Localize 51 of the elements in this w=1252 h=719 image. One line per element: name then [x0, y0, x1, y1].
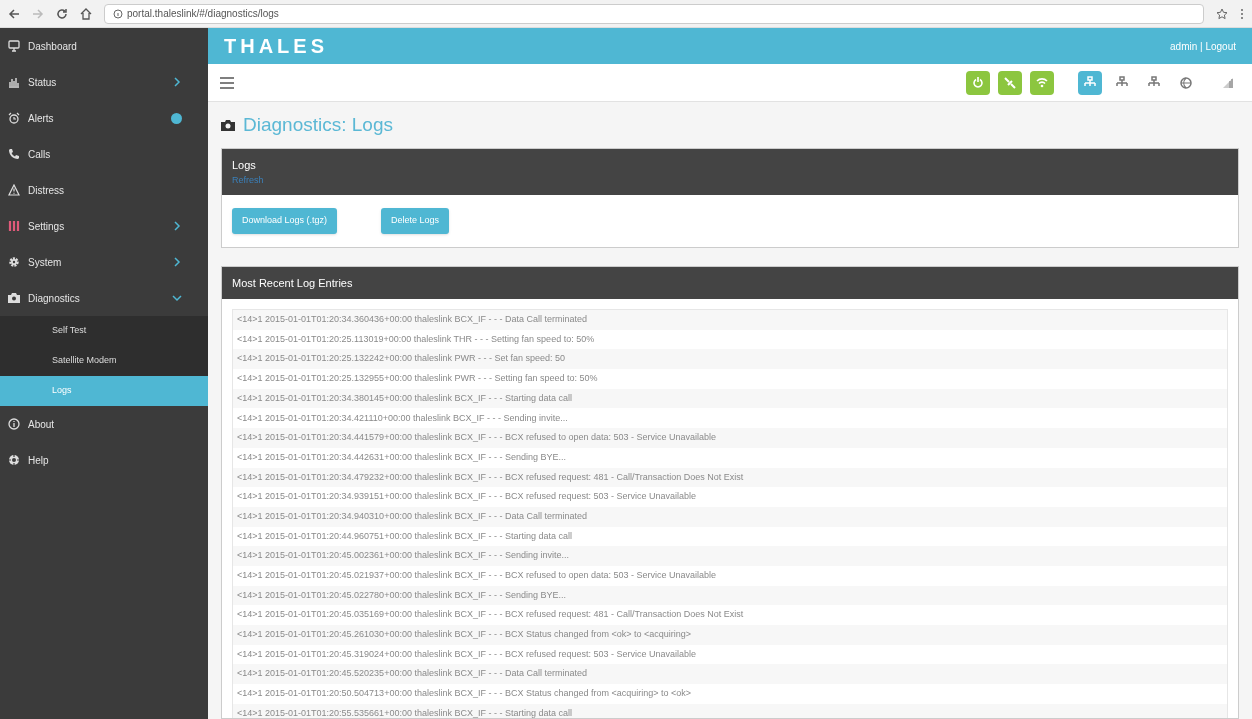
log-entry: <14>1 2015-01-01T01:20:45.022780+00:00 thaleslink BCX_IF - - - Sending BYE... — [233, 585, 1227, 606]
monitor-icon — [8, 40, 20, 52]
power-icon[interactable] — [966, 70, 990, 95]
log-entry: <14>1 2015-01-01T01:20:45.520235+00:00 thaleslink BCX_IF - - - Data Call terminated — [233, 664, 1227, 685]
info-icon — [113, 8, 123, 19]
log-entry: <14>1 2015-01-01T01:20:25.132242+00:00 thaleslink PWR - - - Set fan speed: 50 — [233, 349, 1227, 370]
page-title: Diagnostics: Logs — [243, 112, 393, 137]
log-entry: <14>1 2015-01-01T01:20:34.360436+00:00 thaleslink BCX_IF - - - Data Call terminated — [233, 310, 1227, 330]
sidebar-item[interactable]: Distress — [0, 172, 208, 208]
sidebar-item[interactable]: System — [0, 244, 208, 280]
sidebar-item[interactable]: About — [0, 406, 208, 442]
wifi-icon[interactable] — [1030, 70, 1054, 95]
logo: THALES — [224, 34, 328, 59]
star-icon[interactable] — [1216, 7, 1228, 20]
home-icon[interactable] — [80, 7, 92, 20]
camera-icon — [8, 292, 20, 304]
bar-chart-icon — [8, 76, 20, 88]
menu-icon[interactable] — [220, 76, 234, 89]
log-entry: <14>1 2015-01-01T01:20:34.940310+00:00 thaleslink BCX_IF - - - Data Call terminated — [233, 506, 1227, 527]
log-entry: <14>1 2015-01-01T01:20:34.380145+00:00 thaleslink BCX_IF - - - Starting data call — [233, 388, 1227, 409]
panel-title: Most Recent Log Entries — [232, 275, 353, 291]
sidebar-item[interactable]: Diagnostics — [0, 280, 208, 316]
submenu-item[interactable]: Satellite Modem — [0, 346, 208, 376]
address-bar[interactable]: portal.thaleslink/#/diagnostics/logs — [104, 3, 1204, 24]
sliders-icon — [8, 220, 20, 232]
sidebar-item[interactable]: Dashboard — [0, 28, 208, 64]
alarm-clock-icon — [8, 112, 20, 124]
menu-dots-icon[interactable] — [1240, 7, 1244, 20]
sidebar-item[interactable]: Help — [0, 442, 208, 478]
log-entry: <14>1 2015-01-01T01:20:45.002361+00:00 thaleslink BCX_IF - - - Sending invite... — [233, 546, 1227, 566]
sidebar-item[interactable]: Settings — [0, 208, 208, 244]
forward-arrow-icon[interactable] — [32, 7, 44, 20]
camera-icon — [221, 119, 235, 131]
log-entry: <14>1 2015-01-01T01:20:34.479232+00:00 thaleslink BCX_IF - - - BCX refused request: 481 - Call/Transaction Does Not Exist — [233, 467, 1227, 488]
lifebuoy-icon — [8, 454, 20, 466]
panel-title: Logs — [232, 158, 256, 173]
url-text: portal.thaleslink/#/diagnostics/logs — [127, 7, 279, 21]
settings-icon — [8, 256, 20, 268]
satellite-icon[interactable] — [998, 70, 1022, 95]
back-arrow-icon[interactable] — [8, 7, 20, 20]
reload-icon[interactable] — [56, 7, 68, 20]
network-icon[interactable] — [1078, 70, 1102, 95]
log-entry: <14>1 2015-01-01T01:20:34.441579+00:00 thaleslink BCX_IF - - - BCX refused to open data: 503 - Service Unavailable — [233, 428, 1227, 448]
log-entry: <14>1 2015-01-01T01:20:45.261030+00:00 thaleslink BCX_IF - - - BCX Status changed from <ok> to <acquiring> — [233, 625, 1227, 645]
warning-icon — [8, 184, 20, 196]
submenu-item[interactable]: Self Test — [0, 316, 208, 346]
sidebar-item[interactable]: Calls — [0, 136, 208, 172]
info-icon — [8, 418, 20, 430]
phone-icon — [8, 148, 20, 160]
sidebar-item[interactable]: Status — [0, 64, 208, 100]
sidebar-item[interactable]: Alerts — [0, 100, 208, 136]
